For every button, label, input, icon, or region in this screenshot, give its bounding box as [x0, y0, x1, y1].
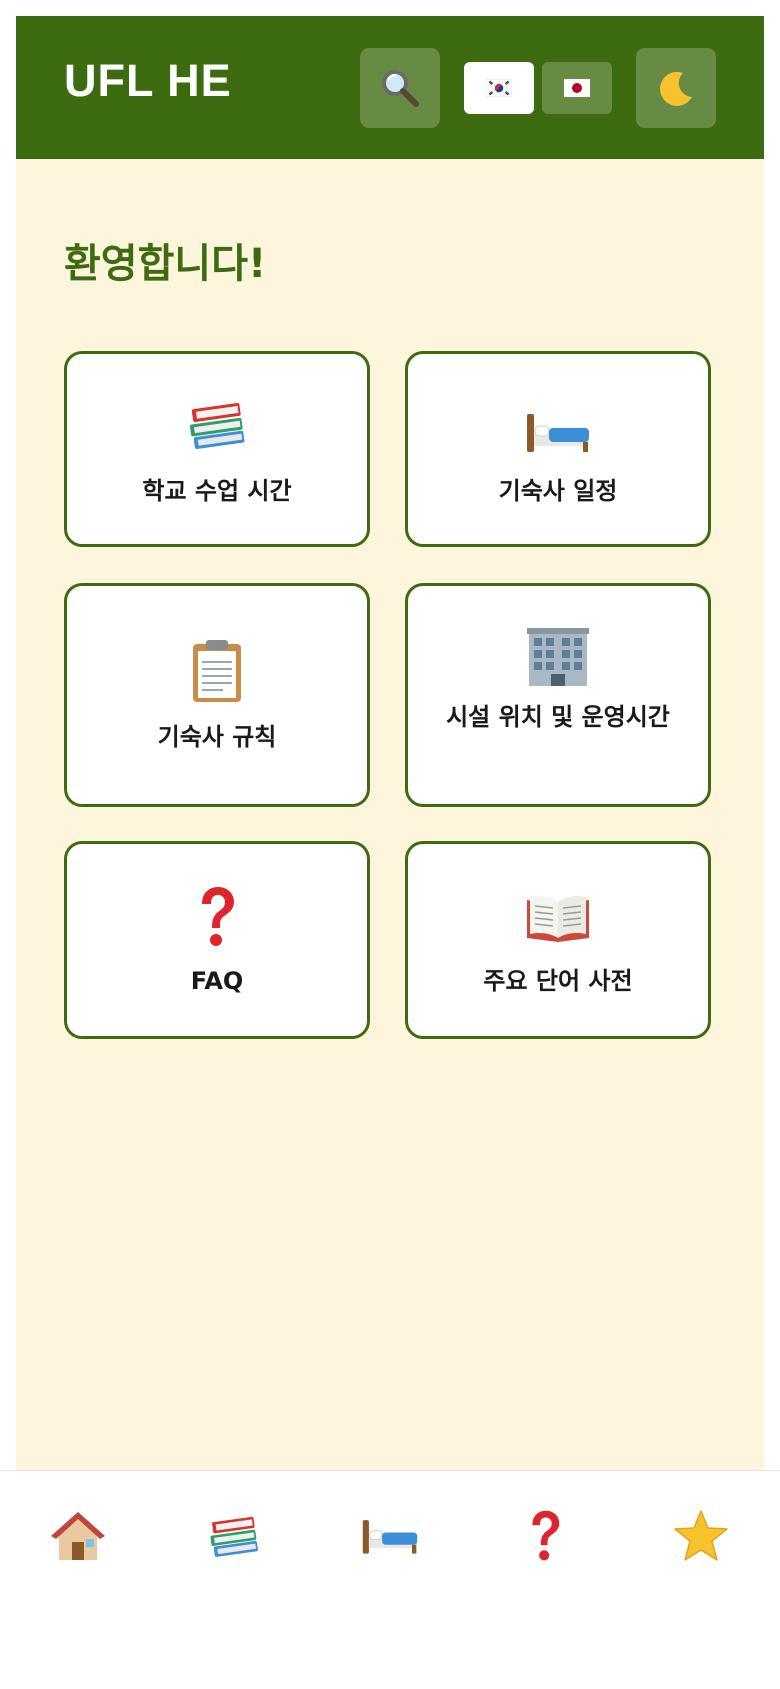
language-korean-button[interactable]	[464, 62, 534, 114]
card-facility-hours[interactable]: 시설 위치 및 운영시간	[405, 583, 711, 807]
welcome-heading: 환영합니다!	[64, 241, 267, 287]
app-header: UFL HE	[16, 16, 764, 159]
card-label: 시설 위치 및 운영시간	[446, 703, 670, 731]
card-label: 주요 단어 사전	[483, 967, 633, 995]
app-frame: UFL HE 환영합니다! 학교 수업 시간 기숙사 일정 기숙사 규칙 시설 …	[16, 16, 764, 1470]
dark-mode-toggle[interactable]	[636, 48, 716, 128]
card-dorm-rules[interactable]: 기숙사 규칙	[64, 583, 370, 807]
japan-flag-icon	[564, 79, 590, 97]
card-class-schedule[interactable]: 학교 수업 시간	[64, 351, 370, 547]
nav-faq[interactable]	[505, 1501, 585, 1571]
building-icon	[527, 628, 589, 686]
card-label: 학교 수업 시간	[142, 477, 292, 505]
card-label: 기숙사 일정	[498, 477, 618, 505]
question-mark-icon	[532, 1510, 560, 1561]
bottom-navigation	[0, 1470, 780, 1689]
magnifier-icon	[382, 70, 419, 107]
clipboard-icon	[193, 640, 241, 702]
nav-dorm[interactable]	[350, 1501, 430, 1571]
bed-icon	[527, 414, 589, 452]
books-icon	[210, 1516, 258, 1557]
card-faq[interactable]: FAQ	[64, 841, 370, 1039]
nav-home[interactable]	[38, 1501, 118, 1571]
search-button[interactable]	[360, 48, 440, 128]
app-title: UFL HE	[64, 55, 232, 106]
card-label: FAQ	[190, 967, 244, 995]
nav-classes[interactable]	[194, 1501, 274, 1571]
question-mark-icon	[202, 887, 234, 946]
bed-icon	[362, 1520, 418, 1554]
card-glossary[interactable]: 주요 단어 사전	[405, 841, 711, 1039]
language-japanese-button[interactable]	[542, 62, 612, 114]
nav-favorites[interactable]	[661, 1501, 741, 1571]
card-label: 기숙사 규칙	[157, 723, 277, 751]
crescent-moon-icon	[660, 71, 692, 106]
star-icon	[674, 1510, 728, 1561]
books-icon	[189, 402, 245, 450]
card-dorm-schedule[interactable]: 기숙사 일정	[405, 351, 711, 547]
open-book-icon	[527, 896, 589, 942]
house-icon	[51, 1512, 105, 1560]
korea-flag-icon	[486, 79, 512, 97]
